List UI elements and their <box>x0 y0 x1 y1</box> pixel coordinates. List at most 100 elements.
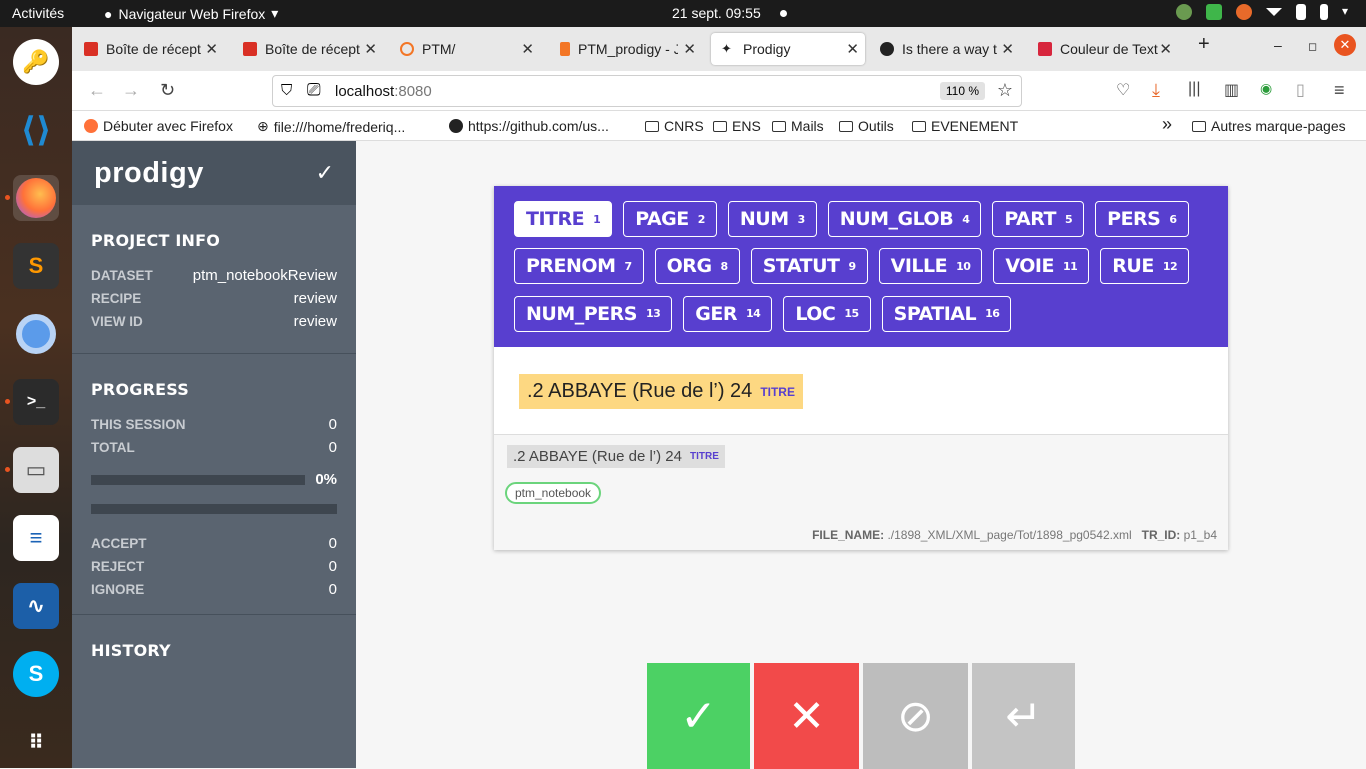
tab-gmail-1[interactable]: Boîte de récept ✕ <box>74 33 224 65</box>
system-monitor-icon[interactable]: ∿ <box>13 583 59 629</box>
progress-percent: 0% <box>315 471 337 488</box>
puzzle-icon[interactable] <box>1236 4 1252 20</box>
volume-icon[interactable] <box>1296 4 1306 20</box>
apps-grid-icon[interactable]: ⠿ <box>13 719 59 765</box>
minimize-button[interactable]: – <box>1274 37 1282 53</box>
activities-button[interactable]: Activités <box>12 5 64 21</box>
ignore-button[interactable]: ⊘ <box>863 663 968 769</box>
url-bar[interactable]: ⛉ ⎚ localhost:8080 110 % ☆ <box>272 75 1022 107</box>
vscode-icon[interactable]: ⟨⟩ <box>13 107 59 153</box>
keepassxc-icon[interactable]: 🔑 <box>13 39 59 85</box>
checkmark-icon[interactable]: ✓ <box>316 160 334 186</box>
system-tray[interactable]: ▾ <box>1176 4 1358 20</box>
writer-icon[interactable]: ≡ <box>13 515 59 561</box>
back-arrow-icon[interactable]: ← <box>88 80 106 101</box>
reload-icon[interactable]: ↻ <box>160 80 175 101</box>
clock[interactable]: 21 sept. 09:55 <box>672 5 761 21</box>
chromium-icon[interactable] <box>13 311 59 357</box>
tab-couleur[interactable]: Couleur de Text ✕ <box>1028 33 1178 65</box>
label-bar: TITRE 1 PAGE 2 NUM 3 NUM_GLOB 4 PART 5 PERS 6 PRENOM… <box>494 186 1228 347</box>
bookmark-folder-ens[interactable]: ENS <box>713 118 761 134</box>
bookmark-folder-mails[interactable]: Mails <box>772 118 824 134</box>
label-num-glob[interactable]: NUM_GLOB 4 <box>827 201 982 237</box>
label-pers[interactable]: PERS 6 <box>1095 201 1189 237</box>
chevron-down-icon[interactable]: ▾ <box>1342 4 1358 20</box>
reader-icon[interactable]: ▯ <box>1296 80 1305 100</box>
progress-title: PROGRESS <box>91 380 189 399</box>
wifi-icon[interactable] <box>1266 8 1282 16</box>
label-spatial[interactable]: SPATIAL 16 <box>881 295 1012 332</box>
label-titre[interactable]: TITRE 1 <box>514 201 613 237</box>
maximize-button[interactable]: ◻ <box>1308 40 1317 53</box>
bookmark-folder-outils[interactable]: Outils <box>839 118 894 134</box>
folder-icon <box>912 120 926 132</box>
label-org[interactable]: ORG 8 <box>654 248 740 285</box>
skype-icon[interactable]: S <box>13 651 59 697</box>
tab-ptm[interactable]: PTM/✕ <box>390 33 540 65</box>
entity-span[interactable]: .2 ABBAYE (Rue de l’) 24 TITRE <box>519 374 803 409</box>
close-window-button[interactable]: ✕ <box>1334 34 1356 56</box>
pocket-icon[interactable]: ♡ <box>1116 80 1130 100</box>
site-icon <box>1038 42 1052 56</box>
accept-button[interactable]: ✓ <box>647 663 750 769</box>
source-tag: ptm_notebook <box>505 482 602 504</box>
shield-icon[interactable]: ⛉ <box>281 82 292 99</box>
extension-icon[interactable]: ◉ <box>1260 80 1272 97</box>
url-port: :8080 <box>394 82 432 100</box>
battery-icon[interactable] <box>1320 4 1328 20</box>
label-num-pers[interactable]: NUM_PERS 13 <box>514 295 673 332</box>
bookmark-folder-cnrs[interactable]: CNRS <box>645 118 704 134</box>
tab-gmail-2[interactable]: Boîte de récept ✕ <box>233 33 383 65</box>
bookmark-firefox[interactable]: Débuter avec Firefox <box>84 118 233 134</box>
menu-icon[interactable]: ≡ <box>1334 80 1345 101</box>
close-tab-icon[interactable]: ✕ <box>205 40 218 58</box>
reject-button[interactable]: ✕ <box>754 663 859 769</box>
close-tab-icon[interactable]: ✕ <box>683 40 696 58</box>
label-loc[interactable]: LOC 15 <box>783 295 871 332</box>
forward-arrow-icon[interactable]: → <box>122 80 140 101</box>
close-tab-icon[interactable]: ✕ <box>1001 40 1014 58</box>
firefox-icon[interactable] <box>5 175 59 221</box>
library-icon[interactable]: ||| <box>1188 80 1200 98</box>
tab-ptm-prodigy[interactable]: PTM_prodigy - J ✕ <box>550 33 702 65</box>
label-voie[interactable]: VOIE 11 <box>993 248 1090 285</box>
label-page[interactable]: PAGE 2 <box>623 201 717 237</box>
tab-stackoverflow[interactable]: Is there a way t ✕ <box>870 33 1020 65</box>
files-icon[interactable]: ▭ <box>5 447 59 493</box>
bookmark-folder-evenement[interactable]: EVENEMENT <box>912 118 1018 134</box>
shield-check-icon[interactable] <box>1206 4 1222 20</box>
label-num[interactable]: NUM 3 <box>727 201 817 237</box>
bookmark-star-icon[interactable]: ☆ <box>997 80 1013 101</box>
bookmark-github[interactable]: https://github.com/us... <box>449 118 609 134</box>
label-ville[interactable]: VILLE 10 <box>878 248 983 285</box>
zoom-level[interactable]: 110 % <box>939 82 985 100</box>
undo-button[interactable]: ↵ <box>972 663 1075 769</box>
sidebar-icon[interactable]: ▥ <box>1224 80 1239 100</box>
terminal-icon[interactable]: >_ <box>5 379 59 425</box>
label-ger[interactable]: GER 14 <box>683 295 773 332</box>
hourglass-icon <box>560 42 570 56</box>
label-statut[interactable]: STATUT 9 <box>750 248 868 285</box>
label-prenom[interactable]: PRENOM 7 <box>514 248 644 285</box>
close-tab-icon[interactable]: ✕ <box>846 40 859 58</box>
chevron-right-double-icon[interactable]: » <box>1162 114 1172 135</box>
bookmark-file[interactable]: ⊕ file:///home/frederiq... <box>257 118 405 135</box>
prodigy-header: prodigy ✓ <box>72 141 356 205</box>
label-rue[interactable]: RUE 12 <box>1100 248 1190 285</box>
close-icon: ✕ <box>788 691 825 741</box>
close-tab-icon[interactable]: ✕ <box>364 40 377 58</box>
sublime-text-icon[interactable]: S <box>13 243 59 289</box>
page-info-icon[interactable]: ⎚ <box>307 80 321 100</box>
app-menu[interactable]: ● Navigateur Web Firefox ▾ <box>104 5 278 22</box>
annotation-text: .2 ABBAYE (Rue de l’) 24 TITRE <box>494 347 1228 435</box>
close-tab-icon[interactable]: ✕ <box>1159 40 1172 58</box>
prodigy-main: TITRE 1 PAGE 2 NUM 3 NUM_GLOB 4 PART 5 PERS 6 PRENOM… <box>356 141 1366 769</box>
folder-icon <box>1192 120 1206 132</box>
close-tab-icon[interactable]: ✕ <box>521 40 534 58</box>
update-icon[interactable] <box>1176 4 1192 20</box>
download-icon[interactable]: ⤓ <box>1152 80 1160 101</box>
new-tab-button[interactable]: + <box>1198 33 1210 56</box>
label-part[interactable]: PART 5 <box>992 201 1085 237</box>
bookmark-folder-other[interactable]: Autres marque-pages <box>1192 118 1346 134</box>
tab-prodigy[interactable]: ✦ Prodigy ✕ <box>711 33 865 65</box>
